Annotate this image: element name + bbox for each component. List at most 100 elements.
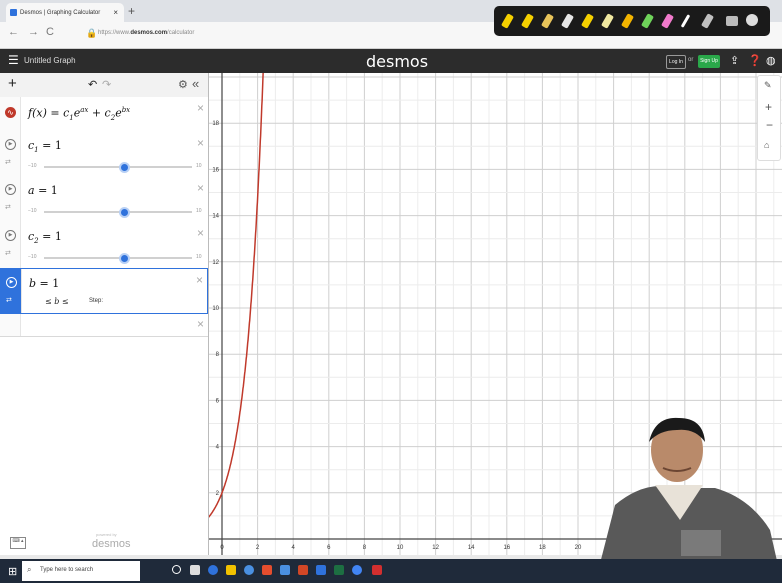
delete-expression-icon[interactable]: ×	[197, 101, 204, 115]
excel-icon[interactable]	[334, 565, 344, 575]
graph-tools: ✎ + − ⌂	[757, 75, 781, 161]
slider-settings-icon[interactable]: ⇄	[6, 296, 12, 304]
taskbar-search-placeholder[interactable]: Type here to search	[40, 567, 93, 573]
pointer-icon[interactable]	[680, 14, 691, 28]
login-button[interactable]: Log In	[666, 55, 686, 69]
range-inequality[interactable]: ≤ b ≤	[45, 297, 69, 306]
slider-settings-icon[interactable]: ⇄	[5, 158, 11, 166]
circle-tool-icon[interactable]	[746, 14, 758, 26]
keyboard-toggle-button[interactable]: ⌨ ▴	[10, 537, 26, 549]
globe-icon[interactable]: ◍	[766, 54, 776, 67]
slider-min[interactable]: −10	[28, 163, 36, 169]
x-tick-label: 12	[432, 545, 439, 551]
expression-gutter	[0, 222, 21, 268]
url-field[interactable]: https://www.desmos.com/calculator	[98, 30, 194, 36]
slider-min[interactable]: −10	[28, 254, 36, 260]
pdf-reader-icon[interactable]	[372, 565, 382, 575]
slider-expression[interactable]: c2 = 1	[28, 230, 62, 245]
delete-expression-icon[interactable]: ×	[196, 273, 203, 287]
pen-icon[interactable]	[580, 13, 595, 29]
task-view-icon[interactable]	[190, 565, 200, 575]
slider-track[interactable]	[44, 166, 192, 168]
x-tick-label: 20	[575, 545, 582, 551]
cortana-icon[interactable]	[172, 565, 181, 574]
x-tick-label: 10	[397, 545, 404, 551]
pen-icon[interactable]	[660, 13, 675, 29]
pen-icon[interactable]	[540, 13, 555, 29]
settings-gear-icon[interactable]: ⚙	[178, 78, 188, 91]
app-icon[interactable]	[262, 565, 272, 575]
help-icon[interactable]: ❓	[748, 54, 762, 67]
expression-row-function[interactable]: ∿ f(x) = c1eax + c2ebx ×	[0, 97, 208, 133]
delete-expression-icon[interactable]: ×	[197, 181, 204, 195]
redo-button[interactable]: ↷	[102, 78, 111, 91]
start-button[interactable]: ⊞	[8, 565, 17, 578]
expression-row-slider[interactable]: ▶ ⇄ c2 = 1 −10 10 ×	[0, 222, 208, 269]
add-expression-button[interactable]: +	[8, 75, 17, 92]
back-button[interactable]: ←	[8, 26, 19, 38]
slider-max[interactable]: 10	[196, 163, 202, 169]
pen-icon[interactable]	[620, 13, 635, 29]
zoom-in-button[interactable]: +	[765, 100, 772, 114]
x-tick-label: 2	[256, 545, 260, 551]
undo-button[interactable]: ↶	[88, 78, 97, 91]
powered-by-label: powered by	[96, 532, 117, 537]
browser-tab[interactable]: Desmos | Graphing Calculator ×	[6, 3, 124, 22]
slider-max[interactable]: 10	[196, 254, 202, 260]
expression-row-empty[interactable]: ×	[0, 314, 208, 337]
slider-expression[interactable]: a = 1	[28, 184, 58, 197]
app-icon[interactable]	[316, 565, 326, 575]
slider-track[interactable]	[44, 211, 192, 213]
x-tick-label: 0	[220, 545, 224, 551]
slider-handle[interactable]	[119, 162, 130, 173]
graph-color-icon[interactable]: ∿	[5, 107, 16, 118]
share-icon[interactable]: ⇪	[730, 54, 739, 67]
search-icon: ⌕	[27, 565, 32, 574]
play-icon[interactable]: ▶	[5, 184, 16, 195]
menu-icon[interactable]: ☰	[8, 53, 19, 67]
pen-icon[interactable]	[500, 13, 515, 29]
wrench-icon[interactable]: ✎	[764, 80, 772, 91]
home-icon[interactable]: ⌂	[764, 140, 769, 150]
reload-button[interactable]: C	[46, 26, 54, 38]
slider-handle[interactable]	[119, 207, 130, 218]
app-icon[interactable]	[298, 565, 308, 575]
slider-handle[interactable]	[119, 253, 130, 264]
pen-icon[interactable]	[520, 13, 535, 29]
play-icon[interactable]: ▶	[6, 277, 17, 288]
tab-close-icon[interactable]: ×	[113, 8, 118, 17]
pen-icon[interactable]	[560, 13, 575, 29]
slider-track[interactable]	[44, 257, 192, 259]
delete-expression-icon[interactable]: ×	[197, 226, 204, 240]
pen-icon[interactable]	[640, 13, 655, 29]
play-icon[interactable]: ▶	[5, 139, 16, 150]
chrome-icon[interactable]	[352, 565, 362, 575]
eraser-icon[interactable]	[600, 13, 615, 29]
forward-button[interactable]: →	[28, 26, 39, 38]
expression-row-slider[interactable]: ▶ ⇄ c1 = 1 −10 10 ×	[0, 132, 208, 178]
camera-icon[interactable]	[726, 16, 738, 26]
zoom-out-button[interactable]: −	[766, 118, 773, 132]
expression-row-slider[interactable]: ▶ ⇄ a = 1 −10 10 ×	[0, 177, 208, 223]
slider-expression[interactable]: b = 1	[29, 277, 59, 290]
pen-icon[interactable]	[700, 13, 715, 29]
function-expression[interactable]: f(x) = c1eax + c2ebx	[28, 106, 130, 122]
y-tick-label: 6	[216, 398, 220, 404]
file-explorer-icon[interactable]	[226, 565, 236, 575]
collapse-panel-button[interactable]: «	[192, 76, 199, 91]
graph-title[interactable]: Untitled Graph	[24, 56, 76, 65]
expression-row-active[interactable]: ▶ ⇄ b = 1 ≤ b ≤ Step: ×	[0, 268, 208, 314]
app-icon[interactable]	[244, 565, 254, 575]
slider-settings-icon[interactable]: ⇄	[5, 249, 11, 257]
slider-min[interactable]: −10	[28, 208, 36, 214]
slider-expression[interactable]: c1 = 1	[28, 139, 62, 154]
edge-icon[interactable]	[208, 565, 218, 575]
delete-expression-icon[interactable]: ×	[197, 317, 204, 331]
new-tab-button[interactable]: +	[128, 4, 135, 18]
play-icon[interactable]: ▶	[5, 230, 16, 241]
delete-expression-icon[interactable]: ×	[197, 136, 204, 150]
slider-max[interactable]: 10	[196, 208, 202, 214]
signup-button[interactable]: Sign Up	[698, 55, 720, 68]
mail-icon[interactable]	[280, 565, 290, 575]
slider-settings-icon[interactable]: ⇄	[5, 203, 11, 211]
